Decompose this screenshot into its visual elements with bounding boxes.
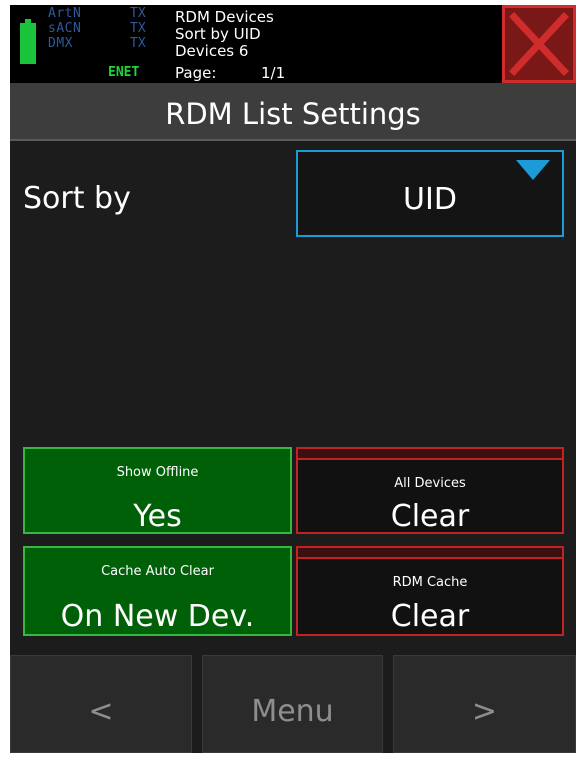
protocol-artnet-state: TX <box>130 6 146 21</box>
page-title: RDM List Settings <box>165 97 421 131</box>
cache-auto-clear-button[interactable]: Cache Auto Clear On New Dev. <box>23 546 292 636</box>
protocol-sacn-state: TX <box>130 21 146 36</box>
clear-rdm-cache-button[interactable]: RDM Cache Clear <box>296 546 564 636</box>
device-screen: ArtN TX sACN TX DMX TX ENET RDM Devices … <box>10 5 576 753</box>
connection-status: ENET <box>108 65 140 80</box>
all-devices-label: All Devices <box>394 476 466 491</box>
close-button[interactable] <box>502 5 576 83</box>
menu-label: Menu <box>251 694 334 729</box>
protocol-dmx: DMX <box>48 36 73 51</box>
prev-arrow-label: < <box>88 694 114 729</box>
sort-by-value: UID <box>403 182 457 217</box>
triangle-down-icon <box>516 160 550 180</box>
next-page-button[interactable]: > <box>393 655 576 753</box>
close-icon <box>509 12 569 76</box>
info-sort: Sort by UID <box>175 25 261 43</box>
cache-auto-clear-label: Cache Auto Clear <box>101 564 214 579</box>
title-bar: RDM List Settings <box>10 83 576 141</box>
page-number: 1/1 <box>261 64 286 82</box>
protocol-artnet: ArtN <box>48 6 82 21</box>
protocol-dmx-state: TX <box>130 36 146 51</box>
protocol-sacn: sACN <box>48 21 82 36</box>
show-offline-value: Yes <box>133 499 182 534</box>
status-bar: ArtN TX sACN TX DMX TX ENET RDM Devices … <box>10 5 576 83</box>
info-title: RDM Devices <box>175 8 274 26</box>
button-top-bar <box>298 548 562 559</box>
sort-by-dropdown[interactable]: UID <box>296 150 564 237</box>
cache-auto-clear-value: On New Dev. <box>60 599 255 634</box>
battery-icon <box>20 19 36 64</box>
rdm-cache-label: RDM Cache <box>392 575 468 590</box>
page-label: Page: <box>175 64 217 82</box>
info-devices: Devices 6 <box>175 42 249 60</box>
button-top-bar <box>298 449 562 460</box>
clear-all-devices-button[interactable]: All Devices Clear <box>296 447 564 534</box>
show-offline-button[interactable]: Show Offline Yes <box>23 447 292 534</box>
prev-page-button[interactable]: < <box>10 655 192 753</box>
menu-button[interactable]: Menu <box>202 655 383 753</box>
rdm-cache-value: Clear <box>390 599 470 634</box>
next-arrow-label: > <box>471 694 498 729</box>
sort-by-label: Sort by <box>23 181 131 216</box>
show-offline-label: Show Offline <box>116 465 199 480</box>
all-devices-value: Clear <box>390 499 470 534</box>
